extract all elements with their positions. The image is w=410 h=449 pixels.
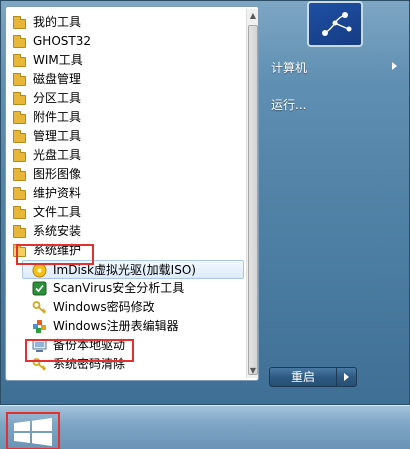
scroll-up-icon[interactable]: ▲ (247, 9, 259, 23)
program-item-windows-password[interactable]: Windows密码修改 (6, 298, 246, 317)
folder-icon (12, 224, 27, 239)
program-label: 附件工具 (33, 110, 82, 124)
program-label: 文件工具 (33, 205, 82, 219)
program-label: 系统安装 (33, 224, 82, 238)
program-label: GHOST32 (33, 34, 91, 48)
folder-icon (12, 167, 27, 182)
programs-scrollbar[interactable]: ▲ ▼ (246, 9, 258, 378)
imdisk-icon (32, 263, 47, 278)
program-folder-disk-management[interactable]: 磁盘管理 (6, 70, 246, 89)
folder-icon (12, 72, 27, 87)
program-label: Windows注册表编辑器 (53, 319, 179, 333)
folder-icon (12, 129, 27, 144)
computer-link[interactable]: 计算机 (271, 59, 307, 76)
program-folder-ghost32[interactable]: GHOST32 (6, 32, 246, 51)
program-label: 分区工具 (33, 91, 82, 105)
program-folder-file-tools[interactable]: 文件工具 (6, 203, 246, 222)
program-folder-system-install[interactable]: 系统安装 (6, 222, 246, 241)
program-tree: 我的工具 GHOST32 WIM工具 磁盘管理 分区工具 附件工具 管理工具 光… (6, 13, 246, 374)
program-label: ScanVirus安全分析工具 (53, 281, 185, 295)
start-menu: 我的工具 GHOST32 WIM工具 磁盘管理 分区工具 附件工具 管理工具 光… (0, 0, 410, 405)
scanvirus-icon (32, 281, 47, 296)
scroll-down-icon[interactable]: ▼ (247, 364, 259, 378)
chevron-right-icon[interactable] (392, 62, 397, 70)
program-item-regedit[interactable]: Windows注册表编辑器 (6, 317, 246, 336)
taskbar (0, 405, 410, 449)
folder-icon (12, 205, 27, 220)
program-label: 光盘工具 (33, 148, 82, 162)
folder-icon (12, 148, 27, 163)
regedit-icon (32, 319, 47, 334)
folder-icon (12, 34, 27, 49)
program-item-scanvirus[interactable]: ScanVirus安全分析工具 (6, 279, 246, 298)
programs-pane: 我的工具 GHOST32 WIM工具 磁盘管理 分区工具 附件工具 管理工具 光… (5, 6, 259, 381)
program-folder-accessories[interactable]: 附件工具 (6, 108, 246, 127)
folder-icon (12, 186, 27, 201)
program-label: 我的工具 (33, 15, 82, 29)
user-picture-icon[interactable] (307, 1, 363, 47)
folder-icon (12, 53, 27, 68)
program-label: 图形图像 (33, 167, 82, 181)
folder-icon (12, 110, 27, 125)
program-label: 维护资料 (33, 186, 82, 200)
folder-icon (12, 15, 27, 30)
key-icon (32, 300, 47, 315)
program-folder-my-tools[interactable]: 我的工具 (6, 13, 246, 32)
program-label: WIM工具 (33, 53, 83, 67)
highlight-box-system-maintenance (16, 244, 94, 265)
shutdown-options-icon[interactable] (337, 367, 357, 387)
program-folder-partition-tools[interactable]: 分区工具 (6, 89, 246, 108)
run-link[interactable]: 运行... (271, 96, 306, 113)
folder-icon (12, 91, 27, 106)
scroll-thumb[interactable] (248, 25, 258, 375)
program-folder-maintenance-docs[interactable]: 维护资料 (6, 184, 246, 203)
restart-button[interactable]: 重启 (269, 367, 337, 387)
program-folder-wim-tools[interactable]: WIM工具 (6, 51, 246, 70)
program-label: 管理工具 (33, 129, 82, 143)
program-folder-graphics[interactable]: 图形图像 (6, 165, 246, 184)
start-button[interactable] (6, 412, 60, 449)
program-label: 磁盘管理 (33, 72, 82, 86)
program-label: Windows密码修改 (53, 300, 155, 314)
highlight-box-driver-backup (25, 339, 134, 362)
program-folder-admin-tools[interactable]: 管理工具 (6, 127, 246, 146)
program-folder-disc-tools[interactable]: 光盘工具 (6, 146, 246, 165)
windows-logo-icon (14, 418, 52, 446)
